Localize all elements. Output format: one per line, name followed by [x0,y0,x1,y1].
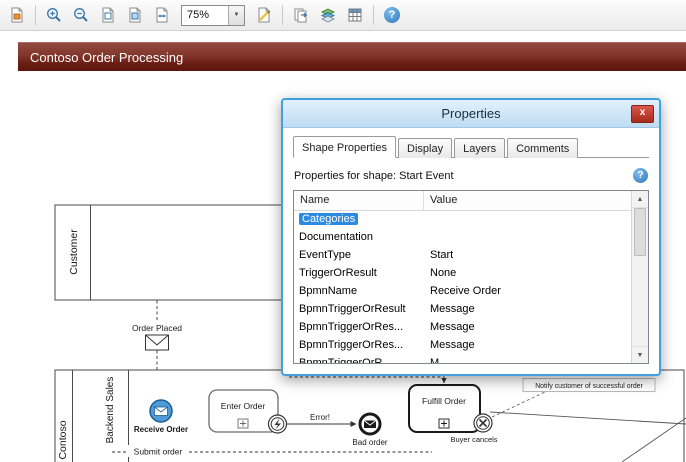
dialog-body: Shape Properties Display Layers Comments… [283,128,659,364]
filled-envelope-icon [364,421,376,429]
tab-strip: Shape Properties Display Layers Comments [293,138,649,157]
scrollbar-thumb[interactable] [634,208,646,256]
page-width-icon [153,6,171,24]
envelope-icon [146,335,169,350]
format-painter-button[interactable] [251,2,277,28]
properties-grid[interactable]: Name Value Categories Documentation [293,190,649,364]
grid-table-button[interactable] [342,2,368,28]
receive-order-label: Receive Order [134,425,188,434]
properties-dialog[interactable]: Properties x Shape Properties Display La… [281,98,661,376]
new-document-icon [8,6,26,24]
dropdown-arrow-icon[interactable]: ▼ [228,6,244,25]
lane-backend-sales-label: Backend Sales [105,377,116,444]
property-row-bpmnname[interactable]: BpmnName Receive Order [294,282,631,300]
subprocess-plus-marker-icon [238,419,248,428]
boundary-event-error[interactable] [269,415,287,433]
zoom-out-button[interactable] [68,2,94,28]
copy-page-icon [292,6,310,24]
app-window: 75% ▼ [0,0,686,462]
scroll-down-icon[interactable]: ▼ [632,346,648,363]
page-width-button[interactable] [149,2,175,28]
column-header-name[interactable]: Name [294,191,424,210]
help-glyph: ? [637,170,643,181]
pool-contoso-label: Contoso [57,420,69,459]
property-row-categories[interactable]: Categories [294,210,631,228]
diagram-title-banner: Contoso Order Processing [18,42,686,71]
subprocess-plus-marker-icon [439,419,449,428]
diagram-title: Contoso Order Processing [30,50,183,65]
help-icon: ? [384,7,400,23]
zoom-in-icon [45,6,63,24]
property-row-triggerorresult[interactable]: TriggerOrResult None [294,264,631,282]
tab-layers[interactable]: Layers [454,138,505,158]
property-row-bpmntrigger-2[interactable]: BpmnTriggerOrRes... Message [294,318,631,336]
buyer-cancels-label: Buyer cancels [450,435,497,444]
property-row-eventtype[interactable]: EventType Start [294,246,631,264]
property-row-bpmntrigger-4[interactable]: BpmnTriggerOrR... M... [294,354,631,363]
zoom-level-value: 75% [182,6,228,25]
tab-comments[interactable]: Comments [507,138,578,158]
pool-customer-label: Customer [68,229,80,275]
grid-scrollbar[interactable]: ▲ ▼ [631,191,648,363]
zoom-level-combobox[interactable]: 75% ▼ [181,5,245,26]
tab-pane: Properties for shape: Start Event ? Name… [293,157,649,364]
dialog-titlebar[interactable]: Properties x [283,100,659,128]
shape-caption: Properties for shape: Start Event [294,170,454,182]
property-row-bpmntrigger-3[interactable]: BpmnTriggerOrRes... Message [294,336,631,354]
submit-order-label: Submit order [134,447,183,457]
format-painter-icon [255,6,273,24]
zoom-in-button[interactable] [41,2,67,28]
column-header-value[interactable]: Value [424,191,648,210]
zoom-out-icon [72,6,90,24]
property-row-documentation[interactable]: Documentation [294,228,631,246]
tab-shape-properties[interactable]: Shape Properties [293,136,396,158]
fit-page-icon [99,6,117,24]
separator [373,5,374,25]
new-document-button[interactable] [4,2,30,28]
notify-label: Notify customer of successful order [535,383,643,390]
copy-page-button[interactable] [288,2,314,28]
selected-cell: Categories [299,213,358,225]
enter-order-label: Enter Order [221,401,266,411]
dialog-help-icon[interactable]: ? [633,168,648,183]
order-placed-label: Order Placed [132,323,182,333]
toolbar: 75% ▼ [0,0,686,31]
separator [35,5,36,25]
close-button[interactable]: x [631,105,654,123]
tab-display[interactable]: Display [398,138,452,158]
help-glyph: ? [389,9,396,21]
full-page-icon [126,6,144,24]
bad-order-label: Bad order [352,438,387,447]
fit-page-button[interactable] [95,2,121,28]
property-row-bpmntrigger-1[interactable]: BpmnTriggerOrResult Message [294,300,631,318]
dialog-title: Properties [441,106,500,121]
scroll-up-icon[interactable]: ▲ [632,191,648,208]
grid-table-icon [346,6,364,24]
task-fulfill-order[interactable]: Fulfill Order [409,385,480,432]
shapes-stack-button[interactable] [315,2,341,28]
close-icon: x [640,107,646,118]
message-envelope-icon [155,407,168,416]
separator [282,5,283,25]
full-page-button[interactable] [122,2,148,28]
help-button[interactable]: ? [379,2,405,28]
fulfill-order-label: Fulfill Order [422,396,466,406]
grid-header: Name Value [294,191,648,211]
task-enter-order[interactable]: Enter Order [209,390,278,432]
grid-rows: Categories Documentation EventType Start [294,210,631,363]
error-flow-label: Error! [310,413,330,422]
shapes-stack-icon [319,6,337,24]
